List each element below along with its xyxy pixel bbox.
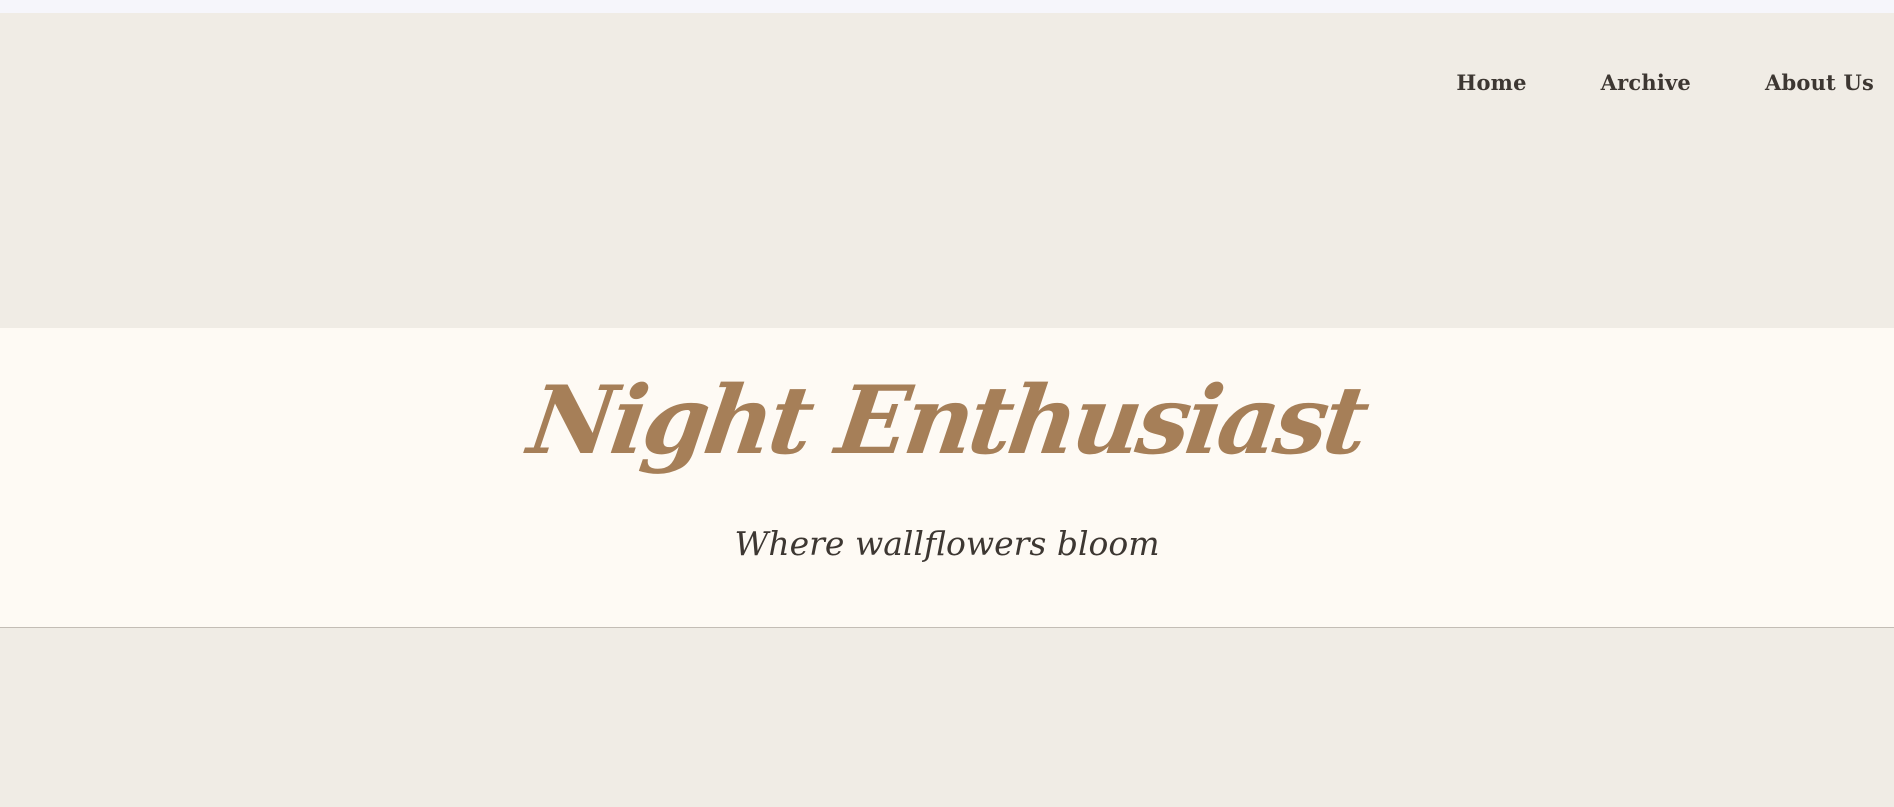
site-header: Home Archive About Us bbox=[0, 13, 1894, 328]
site-banner: Night Enthusiast Where wallflowers bloom bbox=[0, 328, 1894, 628]
top-strip bbox=[0, 0, 1894, 13]
site-tagline: Where wallflowers bloom bbox=[734, 524, 1160, 563]
nav-link-archive[interactable]: Archive bbox=[1601, 70, 1691, 95]
nav-link-about-us[interactable]: About Us bbox=[1765, 70, 1874, 95]
site-title[interactable]: Night Enthusiast bbox=[0, 366, 1894, 476]
page: Home Archive About Us Night Enthusiast W… bbox=[0, 0, 1894, 807]
content-area bbox=[0, 628, 1894, 807]
main-navigation: Home Archive About Us bbox=[1456, 70, 1874, 95]
nav-link-home[interactable]: Home bbox=[1456, 70, 1526, 95]
